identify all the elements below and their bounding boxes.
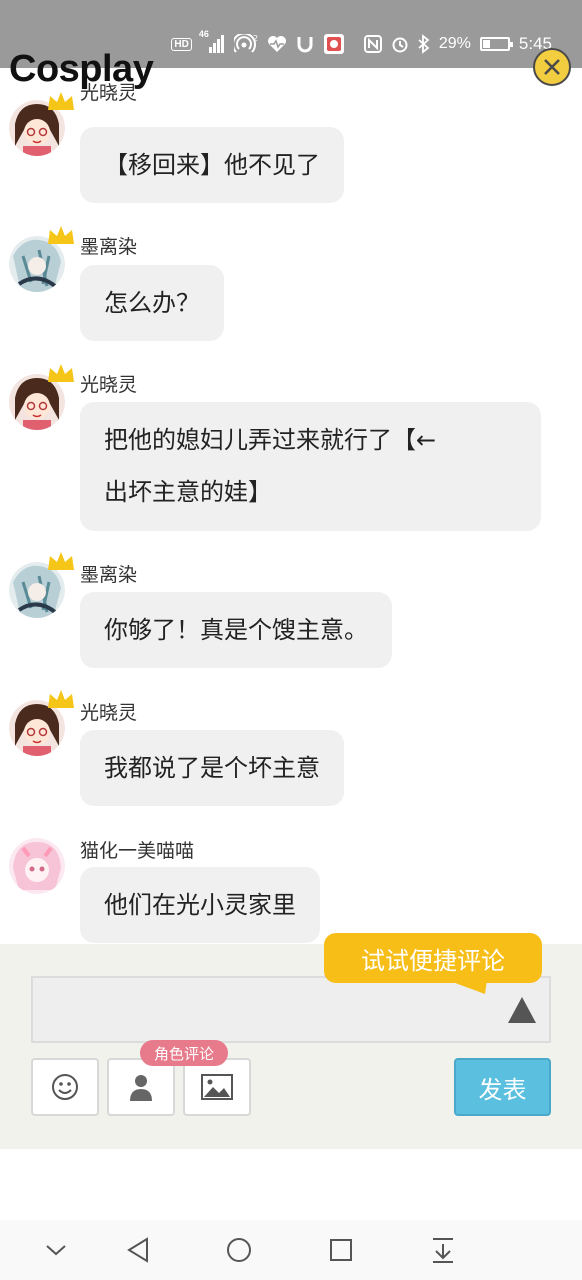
tip-tail — [447, 980, 487, 994]
username: 墨离染 — [80, 236, 138, 258]
triangle-up-icon[interactable] — [507, 996, 537, 1024]
message-line: 出坏主意的娃】 — [104, 478, 272, 506]
send-button[interactable]: 发表 — [454, 1058, 551, 1116]
username: 光晓灵 — [80, 702, 138, 724]
alarm-icon — [391, 35, 409, 53]
nav-home-button[interactable] — [223, 1234, 255, 1266]
crown-icon — [48, 690, 74, 708]
message-bubble: 你够了！真是个馊主意。 — [80, 592, 392, 668]
message-bubble: 他们在光小灵家里 — [80, 867, 320, 943]
home-circle-icon — [227, 1238, 251, 1262]
close-button[interactable] — [533, 48, 571, 86]
hd-icon: HD — [171, 37, 192, 51]
nfc-icon — [363, 35, 382, 53]
message-bubble: 我都说了是个坏主意 — [80, 730, 344, 806]
hotspot-icon: 2 — [233, 34, 258, 54]
back-triangle-icon — [127, 1237, 148, 1263]
role-comment-button[interactable] — [107, 1058, 175, 1116]
crown-icon — [48, 552, 74, 570]
nav-back-button[interactable] — [122, 1234, 154, 1266]
page-title: Cosplay — [9, 48, 154, 90]
status-icons: HD 46 2 29% 5:45 — [171, 29, 552, 58]
recents-square-icon — [330, 1239, 352, 1261]
shield-icon — [296, 35, 314, 53]
message-bubble: 怎么办？ — [80, 265, 224, 341]
battery-icon — [479, 37, 513, 51]
avatar[interactable] — [9, 838, 65, 894]
username: 墨离染 — [80, 564, 138, 586]
chat-list[interactable]: 光晓灵 【移回来】他不见了 墨离染 怎么办？ 光晓灵 把他的媳妇儿弄过来就行了【… — [0, 68, 582, 944]
bluetooth-icon — [418, 34, 430, 54]
nav-notification-button[interactable] — [427, 1234, 459, 1266]
signal-label: 46 — [198, 29, 209, 39]
emoji-button[interactable] — [31, 1058, 99, 1116]
nav-hide-button[interactable] — [40, 1234, 72, 1266]
system-nav-bar — [0, 1220, 582, 1280]
crown-icon — [48, 92, 74, 110]
crown-icon — [48, 364, 74, 382]
role-comment-tag: 角色评论 — [140, 1040, 228, 1066]
message-bubble: 把他的媳妇儿弄过来就行了【← 出坏主意的娃】 — [80, 402, 541, 531]
quick-comment-tip[interactable]: 试试便捷评论 — [324, 933, 542, 983]
health-icon — [267, 35, 287, 53]
smiley-icon — [52, 1074, 78, 1100]
message-line: 把他的媳妇儿弄过来就行了【← — [104, 426, 437, 454]
image-button[interactable] — [183, 1058, 251, 1116]
svg-text:2: 2 — [253, 34, 258, 43]
nav-recents-button[interactable] — [325, 1234, 357, 1266]
message-bubble: 【移回来】他不见了 — [80, 127, 344, 203]
person-icon — [130, 1075, 152, 1101]
username: 猫化一美喵喵 — [80, 840, 195, 862]
cell-signal-icon: 46 — [199, 29, 225, 53]
chevron-down-icon — [46, 1245, 66, 1256]
crown-icon — [48, 226, 74, 244]
close-icon — [544, 59, 560, 75]
app-icon — [323, 33, 345, 55]
username: 光晓灵 — [80, 374, 138, 396]
battery-percent: 29% — [438, 35, 471, 52]
image-icon — [201, 1074, 233, 1100]
pull-down-icon — [433, 1238, 453, 1263]
